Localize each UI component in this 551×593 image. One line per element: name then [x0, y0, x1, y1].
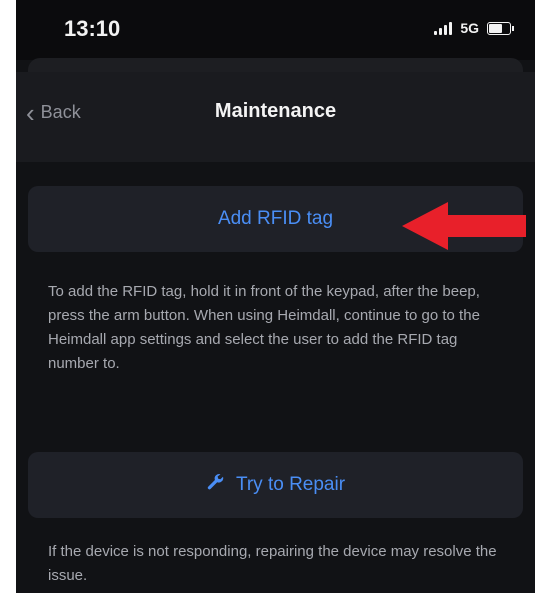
status-bar: 13:10 5G	[0, 0, 551, 60]
navigation-bar: ‹ Back Maintenance	[0, 72, 551, 162]
add-rfid-tag-label: Add RFID tag	[217, 208, 334, 229]
try-to-repair-label: Try to Repair	[235, 474, 346, 495]
wrench-icon	[206, 472, 226, 498]
repair-description: If the device is not responding, repairi…	[48, 543, 497, 584]
try-to-repair-button[interactable]: Try to Repair	[28, 452, 523, 518]
status-indicators: 5G	[434, 20, 514, 36]
status-time: 13:10	[64, 16, 121, 41]
network-label: 5G	[460, 20, 479, 36]
right-edge	[535, 0, 551, 593]
page-title: Maintenance	[214, 100, 337, 122]
signal-icon	[434, 21, 453, 35]
battery-icon	[487, 21, 514, 35]
left-edge	[0, 0, 16, 593]
app-screen: 13:10 5G ‹ Back Maintenance Add RFID tag…	[0, 0, 551, 593]
phone-screen: 13:10 5G ‹ Back Maintenance Add RFID tag…	[0, 0, 551, 593]
red-arrow-annotation	[402, 202, 526, 250]
add-rfid-description: To add the RFID tag, hold it in front of…	[48, 283, 480, 372]
